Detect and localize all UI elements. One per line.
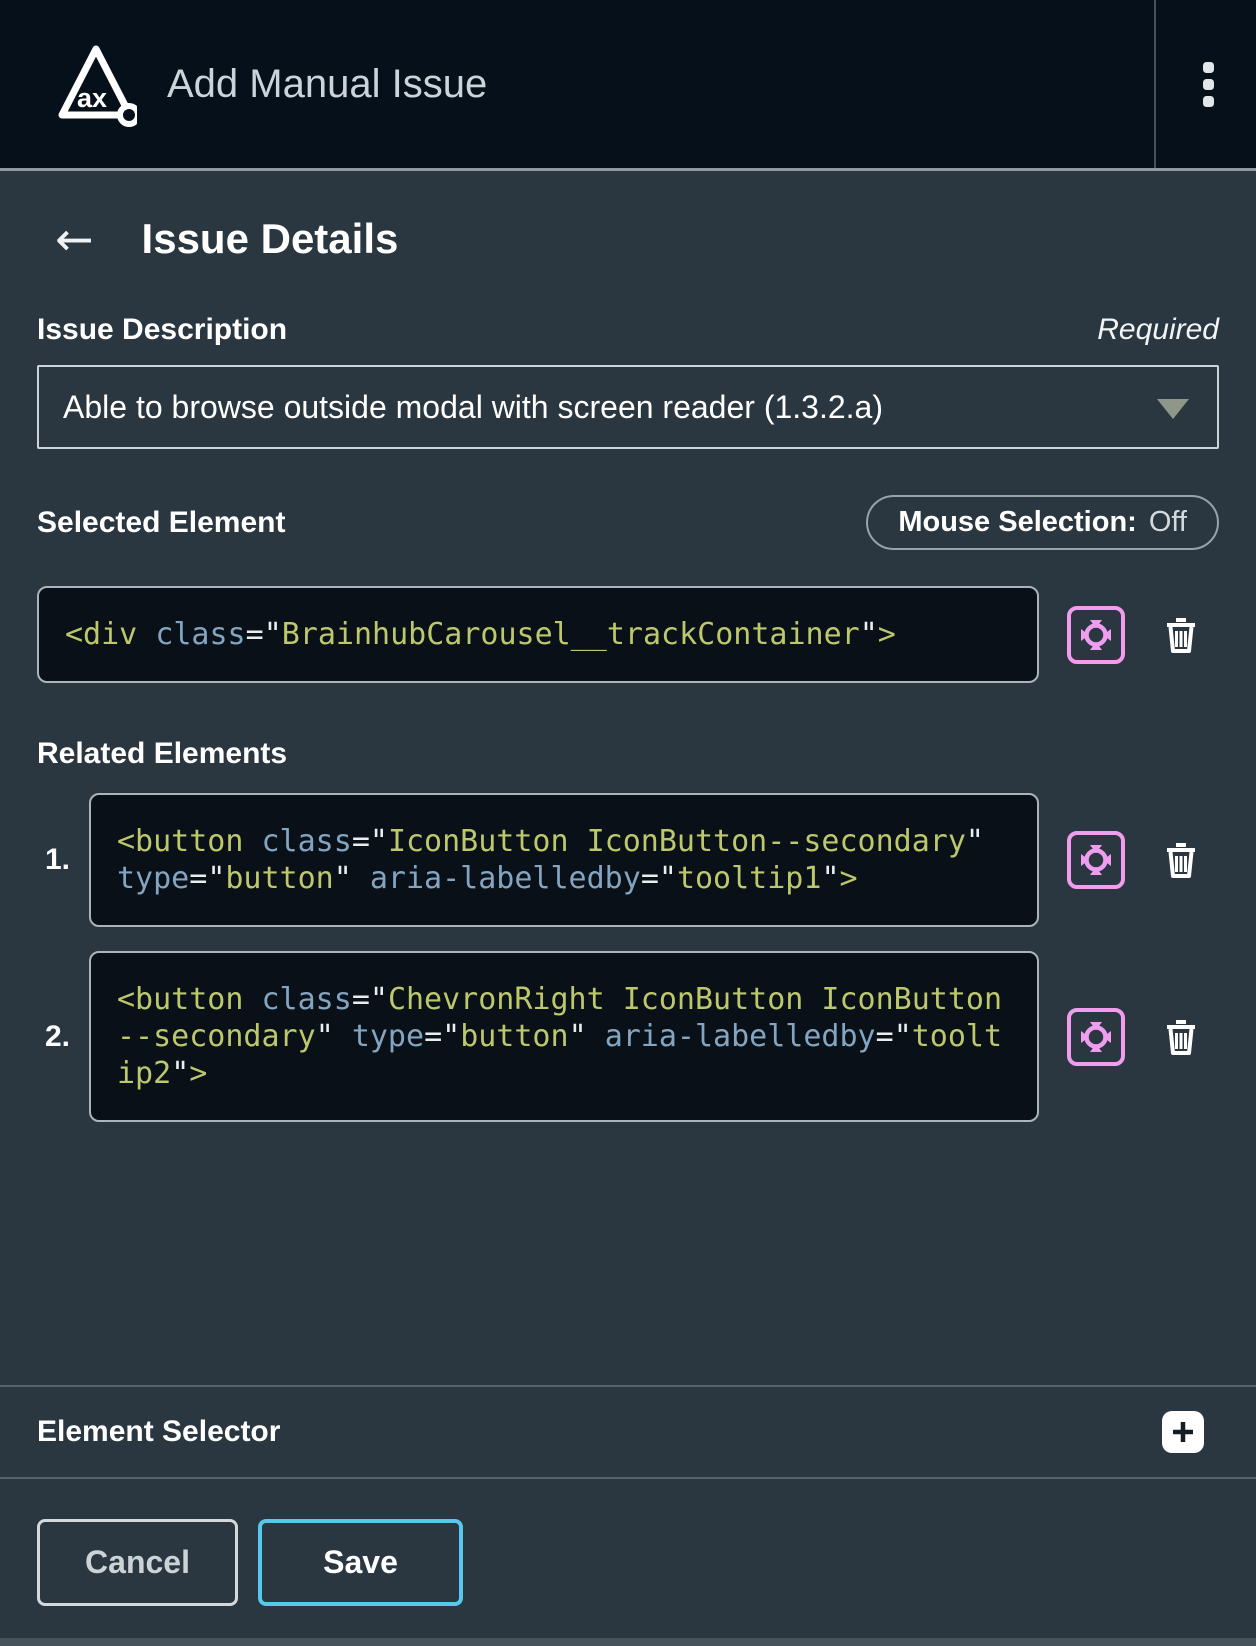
axe-logo-icon: ax: [55, 40, 137, 128]
related-element-code-box: <button class="ChevronRight IconButton I…: [89, 951, 1039, 1122]
issue-description-select[interactable]: Able to browse outside modal with screen…: [37, 365, 1219, 449]
crosshair-target-icon: [1078, 617, 1114, 653]
chevron-down-icon: [1157, 399, 1189, 419]
kebab-menu-icon[interactable]: [1182, 44, 1234, 124]
trash-icon: [1165, 1018, 1197, 1056]
footer-actions: Cancel Save: [0, 1477, 1256, 1638]
selected-element-code-box: <div class="BrainhubCarousel__trackConta…: [37, 586, 1039, 683]
trash-icon: [1165, 841, 1197, 879]
element-selector-label: Element Selector: [37, 1415, 280, 1449]
required-note: Required: [1097, 313, 1219, 347]
save-button[interactable]: Save: [258, 1519, 463, 1606]
issue-details-panel: ← Issue Details Issue Description Requir…: [0, 168, 1256, 1646]
delete-related-element-button[interactable]: [1163, 1016, 1199, 1058]
trash-icon: [1165, 616, 1197, 654]
delete-selected-element-button[interactable]: [1163, 614, 1199, 656]
back-arrow-icon[interactable]: ←: [55, 216, 94, 262]
cancel-button[interactable]: Cancel: [37, 1519, 238, 1606]
related-element-code: <button class="IconButton IconButton--se…: [117, 824, 984, 896]
related-element-number: 1.: [45, 843, 67, 877]
mouse-selection-value: Off: [1149, 506, 1187, 539]
related-element-code-box: <button class="IconButton IconButton--se…: [89, 793, 1039, 927]
plus-icon: [1171, 1420, 1195, 1444]
issue-description-selected-value: Able to browse outside modal with screen…: [63, 389, 883, 426]
crosshair-target-icon: [1078, 842, 1114, 878]
selected-element-label: Selected Element: [37, 506, 285, 540]
issue-description-label: Issue Description: [37, 313, 287, 347]
delete-related-element-button[interactable]: [1163, 839, 1199, 881]
related-elements-label: Related Elements: [37, 737, 287, 771]
bottom-edge-strip: [0, 1638, 1256, 1646]
highlight-target-button[interactable]: [1067, 1008, 1125, 1066]
mouse-selection-toggle[interactable]: Mouse Selection: Off: [866, 495, 1219, 550]
app-header: ax Add Manual Issue: [0, 0, 1256, 168]
svg-text:ax: ax: [77, 83, 107, 113]
add-selector-button[interactable]: [1162, 1411, 1204, 1453]
crosshair-target-icon: [1078, 1019, 1114, 1055]
related-element-number: 2.: [45, 1020, 67, 1054]
related-element-code: <button class="ChevronRight IconButton I…: [117, 982, 1002, 1091]
mouse-selection-label: Mouse Selection:: [898, 506, 1137, 539]
page-title: Issue Details: [142, 215, 399, 263]
element-selector-bar: Element Selector: [0, 1385, 1256, 1477]
header-divider: [1154, 0, 1156, 168]
selected-element-code: <div class="BrainhubCarousel__trackConta…: [65, 617, 896, 652]
related-element-row-2: 2. <button class="ChevronRight IconButto…: [37, 951, 1219, 1122]
related-element-row-1: 1. <button class="IconButton IconButton-…: [37, 793, 1219, 927]
selected-element-row: <div class="BrainhubCarousel__trackConta…: [37, 586, 1219, 683]
highlight-target-button[interactable]: [1067, 831, 1125, 889]
highlight-target-button[interactable]: [1067, 606, 1125, 664]
app-title: Add Manual Issue: [167, 62, 487, 107]
